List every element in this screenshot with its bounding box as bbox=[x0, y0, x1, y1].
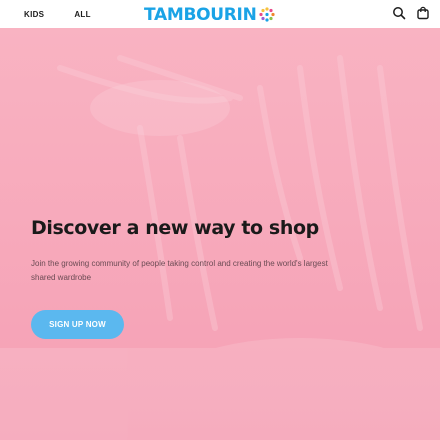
hero-subtext: Join the growing community of people tak… bbox=[31, 259, 328, 282]
hero-banner: Discover a new way to shop Join the grow… bbox=[0, 28, 440, 440]
site-header: KIDS ALL TAMBOURIN bbox=[0, 0, 440, 28]
nav-link-all[interactable]: ALL bbox=[74, 10, 90, 19]
nav-link-kids[interactable]: KIDS bbox=[24, 10, 44, 19]
shopping-bag-icon[interactable] bbox=[416, 6, 430, 20]
logo-wordmark: TAMBOURIN bbox=[144, 4, 257, 25]
main-nav: KIDS ALL bbox=[0, 10, 91, 19]
search-icon[interactable] bbox=[392, 6, 406, 20]
logo-e-mark bbox=[258, 5, 276, 25]
brand-logo[interactable]: TAMBOURIN bbox=[144, 4, 276, 26]
header-actions bbox=[392, 6, 430, 20]
sign-up-button[interactable]: SIGN UP NOW bbox=[31, 310, 124, 339]
hero-headline: Discover a new way to shop bbox=[31, 217, 319, 239]
